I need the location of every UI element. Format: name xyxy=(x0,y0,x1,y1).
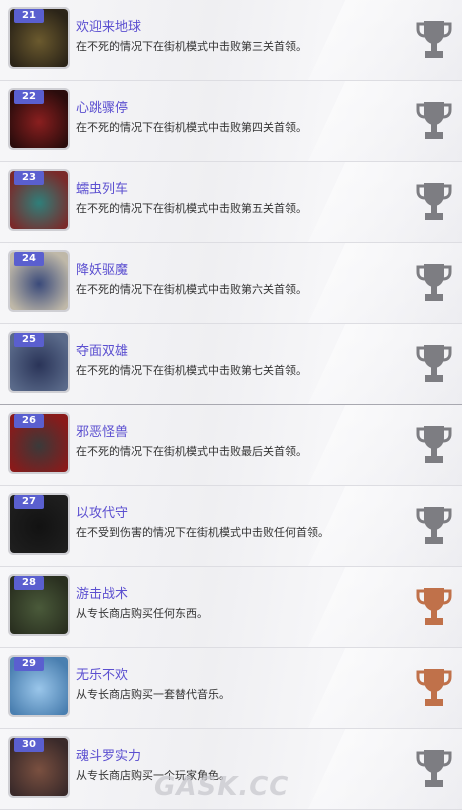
silver-trophy-icon xyxy=(416,507,452,544)
achievement-title[interactable]: 夺面双雄 xyxy=(76,340,128,359)
achievement-list: 21 欢迎来地球 在不死的情况下在街机模式中击败第三关首领。 22 心跳骤停 在不死的情况… xyxy=(0,0,462,810)
achievement-row[interactable]: 24 降妖驱魔在不死的情况下在街机模式中击败第六关首领。 xyxy=(0,243,462,324)
achievement-row[interactable]: 26 邪恶怪兽在不死的情况下在街机模式中击败最后关首领。 xyxy=(0,405,462,486)
achievement-number-badge: 21 xyxy=(14,9,44,23)
achievement-title[interactable]: 游击战术 xyxy=(76,583,128,602)
achievement-title[interactable]: 邪恶怪兽 xyxy=(76,421,128,440)
silver-trophy-icon xyxy=(416,750,452,787)
achievement-description: 从专长商店购买任何东西。 xyxy=(76,607,208,620)
achievement-row[interactable]: 29 无乐不欢从专长商店购买一套替代音乐。 xyxy=(0,648,462,729)
achievement-title[interactable]: 蠕虫列车 xyxy=(76,178,128,197)
achievement-description: 在不受到伤害的情况下在街机模式中击败任何首领。 xyxy=(76,526,329,539)
achievement-title[interactable]: 欢迎来地球 xyxy=(76,16,141,35)
achievement-description: 在不死的情况下在街机模式中击败第四关首领。 xyxy=(76,121,307,134)
achievement-number-badge: 29 xyxy=(14,657,44,671)
silver-trophy-icon xyxy=(416,21,452,58)
achievement-description: 在不死的情况下在街机模式中击败第五关首领。 xyxy=(76,202,307,215)
achievement-number-badge: 28 xyxy=(14,576,44,590)
achievement-description: 在不死的情况下在街机模式中击败最后关首领。 xyxy=(76,445,307,458)
achievement-title[interactable]: 以攻代守 xyxy=(76,502,128,521)
achievement-description: 从专长商店购买一套替代音乐。 xyxy=(76,688,230,701)
achievement-row[interactable]: 22 心跳骤停在不死的情况下在街机模式中击败第四关首领。 xyxy=(0,81,462,162)
achievement-number-badge: 22 xyxy=(14,90,44,104)
achievement-row[interactable]: 23 蠕虫列车在不死的情况下在街机模式中击败第五关首领。 xyxy=(0,162,462,243)
achievement-description: 在不死的情况下在街机模式中击败第三关首领。 xyxy=(76,40,307,53)
achievement-number-badge: 26 xyxy=(14,414,44,428)
bronze-trophy-icon xyxy=(416,588,452,625)
silver-trophy-icon xyxy=(416,264,452,301)
silver-trophy-icon xyxy=(416,102,452,139)
silver-trophy-icon xyxy=(416,345,452,382)
achievement-row[interactable]: 27 以攻代守在不受到伤害的情况下在街机模式中击败任何首领。 xyxy=(0,486,462,567)
bronze-trophy-icon xyxy=(416,669,452,706)
achievement-title[interactable]: 魂斗罗实力 xyxy=(76,745,141,764)
achievement-number-badge: 24 xyxy=(14,252,44,266)
achievement-description: 在不死的情况下在街机模式中击败第六关首领。 xyxy=(76,283,307,296)
achievement-number-badge: 23 xyxy=(14,171,44,185)
achievement-row[interactable]: 21 欢迎来地球在不死的情况下在街机模式中击败第三关首领。 xyxy=(0,0,462,81)
achievement-number-badge: 30 xyxy=(14,738,44,752)
achievement-title[interactable]: 降妖驱魔 xyxy=(76,259,128,278)
achievement-description: 在不死的情况下在街机模式中击败第七关首领。 xyxy=(76,364,307,377)
achievement-number-badge: 25 xyxy=(14,333,44,347)
achievement-title[interactable]: 无乐不欢 xyxy=(76,664,128,683)
achievement-title[interactable]: 心跳骤停 xyxy=(76,97,128,116)
achievement-row[interactable]: 25 夺面双雄在不死的情况下在街机模式中击败第七关首领。 xyxy=(0,324,462,405)
achievement-number-badge: 27 xyxy=(14,495,44,509)
watermark: GASK.CC xyxy=(154,772,290,802)
silver-trophy-icon xyxy=(416,183,452,220)
silver-trophy-icon xyxy=(416,426,452,463)
achievement-row[interactable]: 28 游击战术从专长商店购买任何东西。 xyxy=(0,567,462,648)
